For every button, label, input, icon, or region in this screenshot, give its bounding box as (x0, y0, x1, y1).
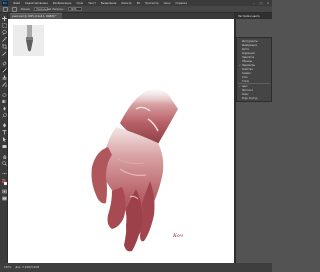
magic-wand-icon[interactable] (1, 37, 7, 42)
move-icon[interactable] (1, 16, 7, 21)
shape-icon[interactable] (1, 144, 7, 149)
pen-icon[interactable] (1, 123, 7, 128)
mode-label: Режим: (21, 7, 31, 11)
menu-view[interactable]: Просмотр (145, 2, 158, 5)
document-canvas[interactable]: Коч (8, 19, 234, 263)
type-icon[interactable] (1, 130, 7, 135)
maximize-button[interactable]: □ (259, 1, 263, 5)
quick-mask-icon[interactable] (1, 189, 7, 194)
status-bar: 100% Док: 2,29М/3,05М (0, 263, 272, 272)
blur-icon[interactable] (1, 106, 7, 111)
more-tools-icon[interactable] (1, 171, 7, 176)
lasso-icon[interactable] (1, 30, 7, 35)
dodge-icon[interactable] (1, 113, 7, 118)
workspace-menu: Инструменты Информация Кисти Коррекция Н… (236, 37, 272, 102)
stamp-icon[interactable] (1, 75, 7, 80)
checkmark-icon: ✓ (239, 63, 241, 67)
marquee-icon[interactable] (1, 23, 7, 28)
menu-edit[interactable]: Редактирование (25, 2, 48, 5)
hand-painting (91, 83, 188, 252)
brush-preset-icon[interactable] (3, 6, 8, 12)
tools-panel (0, 13, 8, 263)
screen-mode-icon[interactable] (1, 196, 7, 201)
window-controls: – □ × (252, 1, 270, 5)
mode-select[interactable]: Нормальный (34, 7, 51, 11)
menu-filter[interactable]: Фильтр (121, 2, 131, 5)
history-brush-icon[interactable] (1, 82, 7, 87)
healing-icon[interactable] (1, 61, 7, 66)
menu-layers[interactable]: Слои (76, 2, 83, 5)
menu-type[interactable]: Текст (88, 2, 96, 5)
eraser-icon[interactable] (1, 92, 7, 97)
close-button[interactable]: × (266, 1, 270, 5)
artist-signature: Коч (173, 233, 183, 239)
menu-select[interactable]: Выделение (101, 2, 116, 5)
checkmark-icon: ✓ (239, 84, 241, 88)
minimize-button[interactable]: – (252, 1, 256, 5)
brush-icon[interactable] (1, 68, 7, 73)
menu-item-path-correction[interactable]: Корр. Контур (237, 96, 271, 100)
brush-panel-toggle-icon[interactable] (12, 6, 17, 12)
path-select-icon[interactable] (1, 137, 7, 142)
eyedropper-icon[interactable] (1, 51, 7, 56)
menu-file[interactable]: Файл (13, 2, 20, 5)
panel-header[interactable]: Настройки цвета (236, 13, 272, 19)
menu-window[interactable]: Окно (164, 2, 171, 5)
document-size: Док: 2,29М/3,05М (15, 266, 40, 269)
zoom-icon[interactable] (1, 161, 7, 166)
opacity-label: Непрозр.: (52, 7, 65, 11)
app-logo: Ps (2, 0, 8, 6)
menu-help[interactable]: Справка (176, 2, 187, 5)
opacity-input[interactable]: 100% (68, 7, 83, 11)
menu-image[interactable]: Изображение (53, 2, 72, 5)
color-swatches-icon[interactable] (1, 179, 7, 186)
options-bar: Режим: Нормальный Непрозр.: 100% (0, 6, 272, 13)
crop-icon[interactable] (1, 44, 7, 49)
zoom-level[interactable]: 100% (4, 266, 11, 269)
right-panel: Настройки цвета Инструменты Информация К… (236, 13, 272, 263)
menu-3d[interactable]: 3D (137, 2, 141, 5)
gradient-icon[interactable] (1, 99, 7, 104)
hand-icon[interactable] (1, 154, 7, 159)
